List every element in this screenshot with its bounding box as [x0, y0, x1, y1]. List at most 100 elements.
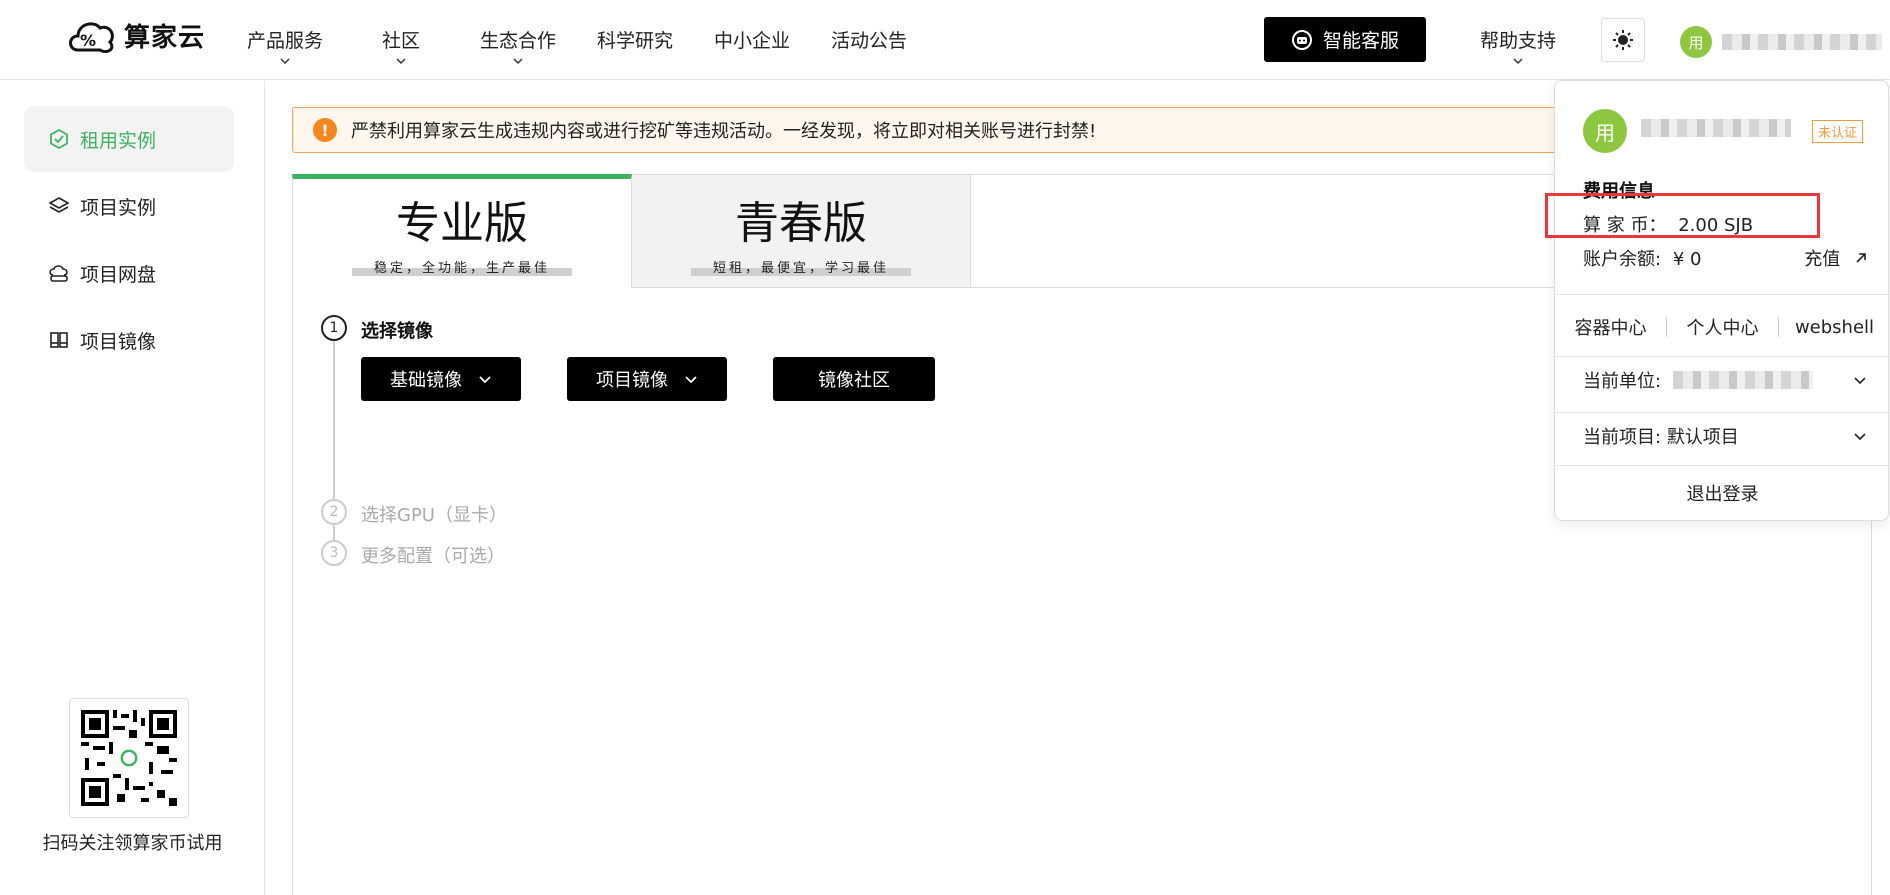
nav-research[interactable]: 科学研究: [597, 26, 673, 53]
divider: [1555, 412, 1890, 413]
nav-research-label: 科学研究: [597, 30, 674, 52]
sidebar: 租用实例 项目实例 项目网盘 项目镜像 扫码关注领算家币试用: [0, 81, 265, 895]
chevron-down-icon: [685, 376, 697, 384]
step-2-number: 2: [321, 499, 347, 525]
qr-code-icon: [81, 710, 177, 806]
base-image-label: 基础镜像: [390, 370, 462, 391]
highlight-box: [1545, 193, 1820, 238]
recharge-label: 充值: [1804, 249, 1841, 270]
user-avatar[interactable]: 用: [1680, 26, 1712, 58]
user-name-redacted[interactable]: [1722, 34, 1882, 50]
headset-icon: [1291, 29, 1312, 50]
arrow-up-right-icon: [1856, 253, 1866, 263]
wechat-qr-code: [69, 698, 189, 818]
notice-text: 严禁利用算家云生成违规内容或进行挖矿等违规活动。一经发现，将立即对相关账号进行封…: [351, 121, 1097, 142]
webshell-link[interactable]: webshell: [1779, 317, 1890, 338]
cloud-drive-icon: [49, 265, 68, 282]
layers-icon: [48, 197, 70, 213]
tab-youth[interactable]: 青春版 短租，最便宜，学习最佳: [631, 174, 971, 288]
step-2-label[interactable]: 选择GPU（显卡）: [361, 501, 507, 527]
container-center-link[interactable]: 容器中心: [1555, 314, 1666, 340]
sidebar-item-label: 租用实例: [80, 129, 157, 152]
user-dropdown: 用 未认证 费用信息 算 家 币： 2.00 SJB 账户余额: ¥ 0 充值 …: [1545, 80, 1890, 521]
balance-row: 账户余额: ¥ 0 充值: [1583, 245, 1868, 271]
chevron-down-icon: [1854, 433, 1866, 441]
logo-text: 算家云: [124, 22, 206, 53]
nav-community[interactable]: 社区: [382, 26, 420, 67]
base-image-button[interactable]: 基础镜像: [361, 357, 521, 401]
warning-icon: !: [313, 118, 337, 142]
tab-professional-subtitle: 稳定，全功能，生产最佳: [351, 257, 572, 276]
divider: [1555, 294, 1890, 295]
chevron-down-icon: [513, 58, 523, 65]
sidebar-item-project-image[interactable]: 项目镜像: [24, 307, 234, 373]
step-3-label[interactable]: 更多配置（可选）: [361, 542, 505, 568]
logout-button[interactable]: 退出登录: [1555, 480, 1890, 506]
step-3-number: 3: [321, 540, 347, 566]
chevron-down-icon: [396, 58, 406, 65]
tab-youth-subtitle: 短租，最便宜，学习最佳: [690, 257, 911, 276]
tab-professional[interactable]: 专业版 稳定，全功能，生产最佳: [292, 174, 632, 288]
quick-links: 容器中心 个人中心 webshell: [1555, 314, 1890, 340]
image-community-button[interactable]: 镜像社区: [773, 357, 935, 401]
unit-value-redacted: [1673, 371, 1814, 389]
project-image-button[interactable]: 项目镜像: [567, 357, 727, 401]
nav-announcements[interactable]: 活动公告: [831, 26, 907, 53]
step-1-number: 1: [321, 315, 347, 341]
nav-ecosystem[interactable]: 生态合作: [480, 26, 556, 67]
recharge-link[interactable]: 充值: [1804, 245, 1868, 271]
nav-products[interactable]: 产品服务: [247, 26, 323, 67]
logo[interactable]: % 算家云: [66, 14, 205, 56]
sidebar-item-rent-instance[interactable]: 租用实例: [24, 106, 234, 172]
nav-announcements-label: 活动公告: [831, 30, 908, 52]
step-connector: [333, 341, 335, 505]
ai-service-label: 智能客服: [1322, 30, 1399, 52]
unverified-badge[interactable]: 未认证: [1812, 120, 1864, 143]
sidebar-item-label: 项目实例: [80, 196, 157, 219]
chevron-down-icon: [280, 58, 290, 65]
logo-icon: %: [69, 22, 114, 54]
personal-center-link[interactable]: 个人中心: [1667, 314, 1778, 340]
nav-sme[interactable]: 中小企业: [714, 26, 790, 53]
balance-label: 账户余额:: [1583, 249, 1662, 270]
svg-text:%: %: [80, 31, 96, 50]
qr-caption: 扫码关注领算家币试用: [42, 833, 223, 854]
tab-youth-title: 青春版: [735, 198, 867, 249]
help-support-menu[interactable]: 帮助支持: [1480, 26, 1556, 67]
step-1-label: 选择镜像: [361, 321, 433, 342]
project-label: 当前项目:: [1583, 427, 1662, 448]
nav-ecosystem-label: 生态合作: [480, 30, 557, 52]
unit-select[interactable]: 当前单位:: [1583, 367, 1868, 393]
nav-community-label: 社区: [382, 30, 421, 52]
help-support-label: 帮助支持: [1480, 30, 1557, 52]
sidebar-item-project-disk[interactable]: 项目网盘: [24, 240, 234, 306]
project-select[interactable]: 当前项目: 默认项目: [1583, 423, 1868, 449]
project-value: 默认项目: [1666, 427, 1739, 448]
divider: [1555, 356, 1890, 357]
image-community-label: 镜像社区: [818, 370, 890, 391]
project-image-label: 项目镜像: [596, 370, 668, 391]
theme-toggle-button[interactable]: [1601, 18, 1645, 62]
chevron-down-icon: [479, 376, 491, 384]
dropdown-user-name-redacted: [1641, 119, 1791, 137]
sidebar-item-project-instance[interactable]: 项目实例: [24, 173, 234, 239]
warning-notice: ! 严禁利用算家云生成违规内容或进行挖矿等违规活动。一经发现，将立即对相关账号进…: [292, 107, 1612, 153]
tab-professional-title: 专业版: [396, 198, 528, 249]
divider: [1555, 465, 1890, 466]
balance-value: ¥ 0: [1672, 249, 1702, 270]
unit-label: 当前单位:: [1583, 371, 1662, 392]
image-stack-icon: [50, 332, 68, 348]
sun-icon: [1613, 30, 1633, 50]
sidebar-item-label: 项目网盘: [80, 263, 157, 286]
nav-products-label: 产品服务: [247, 30, 324, 52]
coin-row: 算 家 币： 2.00 SJB: [1545, 193, 1843, 238]
step-connector: [333, 525, 335, 541]
chevron-down-icon: [1854, 377, 1866, 385]
dropdown-avatar: 用: [1583, 109, 1627, 153]
sidebar-item-label: 项目镜像: [80, 330, 157, 353]
chevron-down-icon: [1513, 58, 1523, 65]
top-header: % 算家云 产品服务 社区 生态合作 科学研究 中小企业 活动公告 智能客服 帮…: [0, 0, 1890, 80]
nav-sme-label: 中小企业: [714, 30, 791, 52]
ai-service-button[interactable]: 智能客服: [1264, 17, 1426, 62]
cube-icon: [50, 128, 68, 150]
